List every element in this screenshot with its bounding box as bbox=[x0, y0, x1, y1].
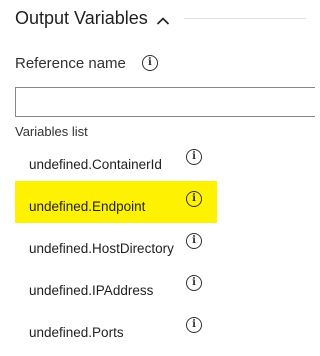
section-title: Output Variables bbox=[15, 7, 148, 28]
output-variables-header[interactable]: Output Variables bbox=[15, 6, 306, 30]
info-icon[interactable]: i bbox=[186, 149, 202, 165]
list-item[interactable]: undefined.HostDirectory i bbox=[15, 223, 217, 265]
reference-name-label: Reference name i bbox=[15, 52, 158, 74]
reference-name-input[interactable] bbox=[15, 87, 315, 117]
section-divider bbox=[183, 17, 306, 19]
chevron-up-icon[interactable] bbox=[156, 13, 170, 25]
variable-name: undefined.Ports bbox=[29, 325, 124, 340]
variable-name: undefined.IPAddress bbox=[29, 283, 154, 298]
variable-name: undefined.Endpoint bbox=[29, 199, 146, 214]
variables-list: undefined.ContainerId i undefined.Endpoi… bbox=[15, 139, 217, 349]
info-icon[interactable]: i bbox=[186, 233, 202, 249]
list-item[interactable]: undefined.Endpoint i bbox=[15, 181, 217, 223]
info-icon[interactable]: i bbox=[186, 317, 202, 333]
info-icon[interactable]: i bbox=[186, 191, 202, 207]
info-icon[interactable]: i bbox=[141, 55, 158, 71]
list-item[interactable]: undefined.Ports i bbox=[15, 307, 217, 349]
list-item[interactable]: undefined.ContainerId i bbox=[15, 139, 217, 181]
reference-name-text: Reference name bbox=[15, 54, 126, 72]
variable-name: undefined.HostDirectory bbox=[29, 241, 174, 256]
list-item[interactable]: undefined.IPAddress i bbox=[15, 265, 217, 307]
variables-list-label: Variables list bbox=[15, 124, 88, 139]
info-icon[interactable]: i bbox=[186, 275, 202, 291]
variable-name: undefined.ContainerId bbox=[29, 157, 162, 172]
